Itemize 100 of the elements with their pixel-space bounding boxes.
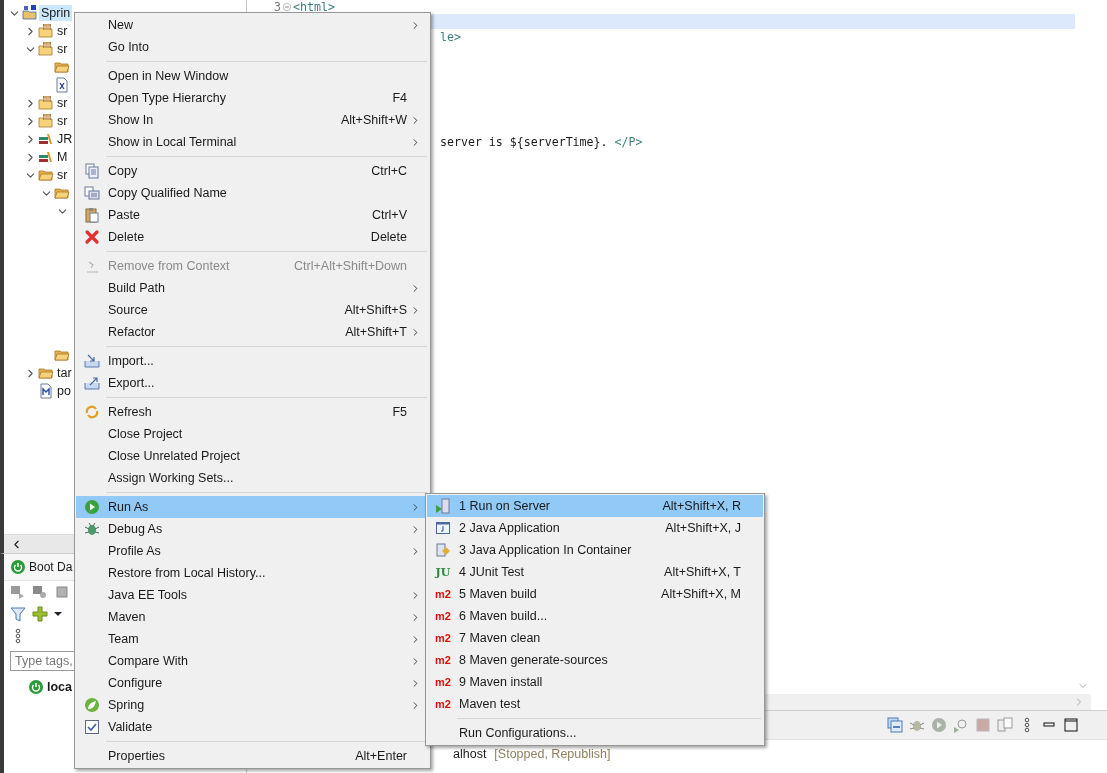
menu-item[interactable]: m2 9 Maven install	[427, 671, 763, 693]
menu-item[interactable]: Export...	[76, 372, 429, 394]
run-icon	[84, 499, 100, 515]
folder-icon	[54, 347, 70, 363]
code-text: <html>	[293, 0, 335, 14]
badge-icon: m2	[435, 654, 451, 666]
menu-item[interactable]: Compare With	[76, 650, 429, 672]
tree-item-label[interactable]: M	[55, 149, 70, 165]
menu-item[interactable]: Assign Working Sets...	[76, 467, 429, 489]
bug-icon	[84, 521, 100, 537]
panel-title[interactable]: Boot Da	[29, 560, 73, 574]
menu-item[interactable]: Source Alt+Shift+S	[76, 299, 429, 321]
menu-item[interactable]: m2 5 Maven build Alt+Shift+X, M	[427, 583, 763, 605]
badge-icon: m2	[435, 698, 451, 710]
menu-item[interactable]: m2 Maven test	[427, 693, 763, 715]
server-name[interactable]: alhost	[453, 747, 487, 761]
menu-item[interactable]: Show In Alt+Shift+W	[76, 109, 429, 131]
line-number: 3	[274, 0, 281, 14]
menu-item[interactable]: Profile As	[76, 540, 429, 562]
plus-icon[interactable]	[32, 606, 48, 622]
folder-icon	[38, 365, 54, 381]
menu-item[interactable]: 1 Run on Server Alt+Shift+X, R	[427, 495, 763, 517]
refresh-icon	[84, 404, 100, 420]
menu-item[interactable]: New	[76, 14, 429, 36]
tree-item-label[interactable]: sr	[55, 167, 70, 183]
package-folder-icon	[38, 41, 54, 57]
library-icon	[38, 149, 54, 165]
package-folder-icon	[38, 95, 54, 111]
menu-item[interactable]: Copy Qualified Name	[76, 182, 429, 204]
stop-icon[interactable]	[54, 584, 70, 600]
menu-item[interactable]: Configure	[76, 672, 429, 694]
source-folder-icon	[54, 185, 70, 201]
maximize-icon[interactable]	[1063, 717, 1079, 733]
leaf-icon	[84, 697, 100, 713]
collapse-icon[interactable]	[887, 717, 903, 733]
badge-icon: m2	[435, 676, 451, 688]
package-folder-icon	[38, 23, 54, 39]
tree-item-label[interactable]: Sprin	[39, 5, 73, 21]
menu-item[interactable]: 2 Java Application Alt+Shift+X, J	[427, 517, 763, 539]
server-status: [Stopped, Republish]	[494, 747, 611, 761]
library-icon	[38, 131, 54, 147]
menu-item[interactable]: Restore from Local History...	[76, 562, 429, 584]
menu-item[interactable]: Import...	[76, 350, 429, 372]
paste-icon	[84, 207, 100, 223]
menu-item[interactable]: Delete Delete	[76, 226, 429, 248]
menu-item[interactable]: Spring	[76, 694, 429, 716]
copy-icon	[84, 185, 100, 201]
menu-item[interactable]: Go Into	[76, 36, 429, 58]
badge-icon: JU	[435, 565, 451, 579]
menu-item[interactable]: Open in New Window	[76, 65, 429, 87]
menu-item[interactable]: Team	[76, 628, 429, 650]
package-folder-icon	[38, 113, 54, 129]
app-name[interactable]: loca	[47, 680, 72, 694]
maven-file-icon	[38, 383, 54, 399]
menu-item[interactable]: Refresh F5	[76, 401, 429, 423]
badge-icon: m2	[435, 588, 451, 600]
menu-item[interactable]: Properties Alt+Enter	[76, 745, 429, 767]
checkbox-icon	[84, 719, 100, 735]
menu-item[interactable]: Run Configurations...	[427, 722, 763, 744]
tree-item-label[interactable]: sr	[55, 23, 70, 39]
badge-icon: m2	[435, 632, 451, 644]
menu-item[interactable]: Close Project	[76, 423, 429, 445]
power-icon	[28, 679, 44, 695]
menu-item[interactable]: 3 Java Application In Container	[427, 539, 763, 561]
filter-icon[interactable]	[10, 606, 26, 622]
import-icon	[84, 353, 100, 369]
publish-icon[interactable]	[953, 717, 969, 733]
menu-item[interactable]: Build Path	[76, 277, 429, 299]
folder-icon	[54, 59, 70, 75]
tree-item-label[interactable]: sr	[55, 95, 70, 111]
tree-item-label[interactable]: tar	[55, 365, 74, 381]
menu-item[interactable]: Copy Ctrl+C	[76, 160, 429, 182]
menu-item[interactable]: Validate	[76, 716, 429, 738]
menu-item[interactable]: Show in Local Terminal	[76, 131, 429, 153]
tree-item-label[interactable]: sr	[55, 41, 70, 57]
menu-item[interactable]: m2 6 Maven build...	[427, 605, 763, 627]
project-icon	[22, 5, 38, 21]
menu-item[interactable]: JU 4 JUnit Test Alt+Shift+X, T	[427, 561, 763, 583]
menu-item[interactable]: Refactor Alt+Shift+T	[76, 321, 429, 343]
server-icon	[435, 498, 451, 514]
delete-icon	[84, 229, 100, 245]
start-icon[interactable]	[10, 584, 26, 600]
code-text: server is ${serverTime}. </P>	[439, 134, 643, 149]
menu-item[interactable]: Maven	[76, 606, 429, 628]
menu-item[interactable]: Debug As	[76, 518, 429, 540]
export-icon	[84, 375, 100, 391]
power-icon	[10, 559, 26, 575]
tree-item-label[interactable]: po	[55, 383, 73, 399]
menu-item[interactable]: Paste Ctrl+V	[76, 204, 429, 226]
xml-file-icon	[54, 77, 70, 93]
tree-item-label[interactable]: JR	[55, 131, 75, 147]
menu-item[interactable]: Open Type Hierarchy F4	[76, 87, 429, 109]
menu-item[interactable]: m2 7 Maven clean	[427, 627, 763, 649]
tree-item-label[interactable]: sr	[55, 113, 70, 129]
debug-icon[interactable]	[32, 584, 48, 600]
menu-item[interactable]: Java EE Tools	[76, 584, 429, 606]
source-folder-icon	[38, 167, 54, 183]
menu-item[interactable]: m2 8 Maven generate-sources	[427, 649, 763, 671]
window-icon	[435, 520, 451, 536]
menu-item[interactable]: Close Unrelated Project	[76, 445, 429, 467]
